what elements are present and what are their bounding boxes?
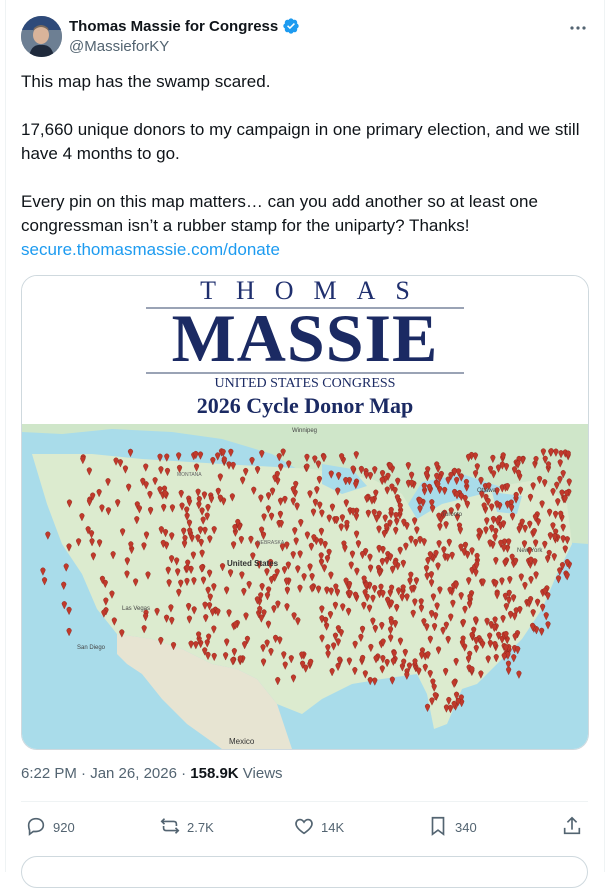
views-count: 158.9K <box>190 765 239 782</box>
map-label-mexico: Mexico <box>229 737 255 746</box>
donor-pin <box>557 567 563 576</box>
header-title: 2026 Cycle Donor Map <box>196 393 414 418</box>
map-label-winnipeg: Winnipeg <box>292 428 317 434</box>
donor-pin <box>63 563 69 572</box>
donor-pin <box>259 450 265 459</box>
tweet-actions: 920 2.7K 14K 340 <box>21 812 588 842</box>
donor-pin <box>372 677 378 686</box>
like-count: 14K <box>321 819 345 835</box>
donor-map-svg: United States Mexico Ottawa Toronto New … <box>22 424 588 749</box>
map-label-new-york: New York <box>517 548 543 554</box>
donor-pin <box>164 453 170 462</box>
donor-pin <box>417 505 423 514</box>
bookmark-icon <box>427 815 449 840</box>
donor-pin <box>564 572 570 581</box>
tweet-meta: 6:22 PM · Jan 26, 2026 · 158.9K Views <box>21 765 283 782</box>
header-last-name: MASSIE <box>171 300 439 376</box>
donor-pin <box>516 670 522 679</box>
share-icon <box>561 815 583 840</box>
bookmark-button[interactable]: 340 <box>427 812 477 842</box>
donor-pin <box>61 601 67 610</box>
tweet-line-3: Every pin on this map matters… can you a… <box>21 192 538 235</box>
donor-pin <box>478 476 484 486</box>
map-label-toronto: Toronto <box>442 512 463 518</box>
donor-pin <box>404 671 410 680</box>
donor-pin <box>367 677 373 686</box>
donate-link[interactable]: secure.thomasmassie.com/donate <box>21 240 280 259</box>
donor-map-header: THOMAS MASSIE UNITED STATES CONGRESS 202… <box>22 276 588 424</box>
donor-map: United States Mexico Ottawa Toronto New … <box>22 424 588 749</box>
verified-badge-icon <box>282 17 300 35</box>
donor-pin <box>45 531 51 540</box>
donor-pin <box>458 473 464 482</box>
donor-pin <box>66 628 72 637</box>
donor-pin <box>424 703 431 712</box>
donor-pin <box>545 621 551 630</box>
tweet-timestamp[interactable]: 6:22 PM · Jan 26, 2026 · <box>21 765 190 782</box>
donor-pin <box>555 575 562 584</box>
repost-icon <box>159 815 181 840</box>
reply-composer[interactable] <box>21 856 588 888</box>
map-label-montana: MONTANA <box>177 472 202 478</box>
header-rule-bottom <box>146 372 464 374</box>
donor-pin <box>389 676 395 685</box>
donor-pin <box>176 452 182 461</box>
donor-pin <box>127 448 134 458</box>
donor-pin <box>276 453 282 462</box>
reply-button[interactable]: 920 <box>25 812 75 842</box>
donor-pin <box>66 606 72 616</box>
reply-icon <box>25 815 47 840</box>
donor-pin <box>249 457 255 466</box>
tweet-header: Thomas Massie for Congress @MassieforKY <box>21 16 588 60</box>
author-display-name[interactable]: Thomas Massie for Congress <box>69 18 278 35</box>
map-label-las-vegas: Las Vegas <box>122 606 150 612</box>
donor-pin <box>543 612 549 621</box>
repost-button[interactable]: 2.7K <box>159 812 214 842</box>
donor-pin <box>197 451 204 460</box>
donor-pin <box>539 627 545 636</box>
author-handle[interactable]: @MassieforKY <box>69 38 169 55</box>
donor-pin <box>515 646 521 655</box>
header-subtitle: UNITED STATES CONGRESS <box>214 376 396 391</box>
donor-pin <box>511 654 517 663</box>
donor-pin <box>454 476 460 486</box>
more-options-icon[interactable] <box>568 18 588 38</box>
avatar[interactable] <box>21 16 62 57</box>
like-button[interactable]: 14K <box>293 812 344 842</box>
map-label-nebraska: NEBRASKA <box>257 540 285 546</box>
map-label-san-diego: San Diego <box>77 645 106 651</box>
map-label-usa: United States <box>227 559 279 568</box>
donor-pin <box>215 452 221 461</box>
donor-pin <box>454 491 460 500</box>
tweet-text: This map has the swamp scared. 17,660 un… <box>21 70 587 262</box>
reply-count: 920 <box>53 819 75 835</box>
donor-pin <box>42 577 48 586</box>
tweet-media-image[interactable]: THOMAS MASSIE UNITED STATES CONGRESS 202… <box>21 275 589 750</box>
donor-pin <box>506 666 512 676</box>
donor-pin <box>286 460 292 469</box>
tweet-line-2: 17,660 unique donors to my campaign in o… <box>21 120 580 163</box>
map-label-ottawa: Ottawa <box>477 488 497 494</box>
donor-pin <box>501 652 507 661</box>
bookmark-count: 340 <box>455 819 477 835</box>
donor-pin <box>442 486 448 496</box>
actions-divider <box>21 801 588 802</box>
heart-icon <box>293 815 315 840</box>
donor-pin <box>61 581 67 590</box>
donor-pin <box>40 567 46 576</box>
share-button[interactable] <box>561 812 583 842</box>
tweet-line-1: This map has the swamp scared. <box>21 72 271 91</box>
views-label: Views <box>238 765 283 782</box>
donor-pin <box>228 448 234 458</box>
repost-count: 2.7K <box>187 819 214 835</box>
